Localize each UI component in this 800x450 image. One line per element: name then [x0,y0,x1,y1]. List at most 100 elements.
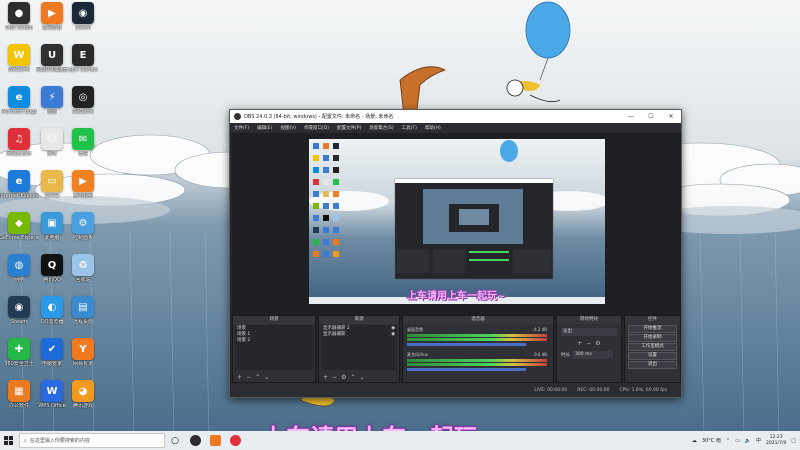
obs-preview-area[interactable]: 上车请用上车一起玩~ [232,133,681,320]
source-item[interactable]: 显示器捕获 ◉ [323,332,395,338]
obs-window[interactable]: OBS 24.0.3 (64-bit, windows) - 配置文件: 未命名… [229,109,682,398]
video-player-icon [209,435,221,446]
desktop-icon-label: QQ浏览器 [40,319,64,325]
scenes-dock: 场景 场景 场景 1 场景 2 +−⌃⌄ [232,315,316,383]
sources-list: 显示器捕获 2 ◉ 显示器捕获 ◉ [321,325,397,370]
remove-scene-button[interactable]: − [246,374,255,381]
close-button[interactable]: ✕ [661,113,681,120]
desktop-icon-label: 网易云音乐 [6,151,32,157]
clock[interactable]: 12:23 2021/7/9 [766,435,786,447]
desktop-app-icon: ✚ [8,338,30,360]
duration-input[interactable]: 300 ms [573,351,613,359]
add-scene-button[interactable]: + [237,374,246,381]
desktop-app-icon: ⚡ [41,86,63,108]
obs-menu-bar: 文件(F) 编辑(E) 视图(V) 停靠窗口(D) 配置文件(P) 场景集合(S… [230,123,681,133]
weather-cloud-icon[interactable]: ☁ [692,438,697,444]
desktop-app-icon: ◉ [8,296,30,318]
rec-status: REC: 00:00:00 [577,387,610,393]
obs-title-bar[interactable]: OBS 24.0.3 (64-bit, windows) - 配置文件: 未命名… [230,110,681,123]
desktop-icon[interactable]: ◕ 腾讯游戏 [64,380,102,409]
menu-profile[interactable]: 配置文件(P) [337,125,361,131]
volume-slider[interactable] [407,343,526,346]
desktop-app-icon: ▣ [41,212,63,234]
volume-slider[interactable] [407,368,526,371]
taskbar: ⌕ 在这里输入你要搜索的内容 ○ ☁ 30°C 雨 ⌃ ▭ 🔈 中 12:23 … [0,431,800,450]
search-placeholder: 在这里输入你要搜索的内容 [29,438,90,444]
menu-help[interactable]: 帮助(H) [425,125,441,131]
volume-icon[interactable]: 🔈 [745,438,751,444]
preview-subtitle: 上车请用上车一起玩~ [407,291,506,302]
tray-arrow-icon[interactable]: ⌃ [726,438,730,444]
start-recording-button[interactable]: 开始录制 [628,334,677,342]
desktop-icon[interactable]: Y 网易有道 [64,338,102,367]
desktop-icon[interactable]: ▤ 远程桌面 [64,296,102,325]
start-streaming-button[interactable]: 开始推流 [628,325,677,333]
minimize-button[interactable]: — [621,113,641,120]
notification-icon[interactable]: ▢ [791,438,796,444]
task-view-button[interactable]: ○ [165,431,185,450]
desktop-app-icon: ◎ [72,86,94,108]
taskbar-search-input[interactable]: ⌕ 在这里输入你要搜索的内容 [19,433,165,448]
scenes-list: 场景 场景 1 场景 2 [235,325,313,370]
windows-logo-icon [3,436,13,445]
menu-view[interactable]: 视图(V) [280,125,296,131]
desktop-app-icon: E [72,44,94,66]
transition-settings-gear-icon[interactable]: ⚙ [595,340,604,347]
visibility-eye-icon[interactable]: ◉ [391,332,395,338]
channel-name: 桌面音频 [407,327,423,332]
desktop-app-icon: U [41,44,63,66]
desktop-icon[interactable]: ⚙ 控制面板 [64,212,102,241]
desktop-app-icon: W [8,44,30,66]
desktop-icon[interactable]: ♻ 回收站 [64,254,102,283]
remove-source-button[interactable]: − [332,374,341,381]
move-down-button[interactable]: ⌄ [359,374,368,381]
exit-button[interactable]: 退出 [628,361,677,369]
desktop-app-icon: ▶ [41,2,63,24]
taskbar-app-netease[interactable] [225,431,245,450]
mixer-dock-title: 混音器 [403,316,553,324]
desktop-icon[interactable]: ◉ Steam [64,2,102,31]
taskbar-app-video[interactable] [205,431,225,450]
desktop-icon-label: 腾讯QQ [43,277,61,283]
move-down-button[interactable]: ⌄ [264,374,273,381]
transition-type-select[interactable]: 淡出 [561,328,617,336]
menu-file[interactable]: 文件(F) [234,125,249,131]
menu-scene-collection[interactable]: 场景集合(S) [369,125,393,131]
add-source-button[interactable]: + [323,374,332,381]
scene-item[interactable]: 场景 2 [237,338,311,344]
menu-edit[interactable]: 编辑(E) [257,125,272,131]
transitions-dock: 转场特效 淡出 +−⚙ 时长 300 ms [556,315,622,383]
scenes-dock-title: 场景 [233,316,315,324]
desktop-icon[interactable]: ◎ WeGame [64,86,102,115]
desktop-icon-label: WPS Office [38,403,66,409]
network-icon[interactable]: ▭ [735,438,740,444]
mixer-channel-mic-aux: 麦克风/Aux 0.0 dB [407,352,547,371]
move-up-button[interactable]: ⌃ [255,374,264,381]
start-button[interactable] [0,431,16,450]
maximize-button[interactable]: ☐ [641,113,661,120]
menu-tools[interactable]: 工具(T) [402,125,417,131]
search-icon: ⌕ [24,437,27,444]
volume-meter [407,334,547,337]
task-view-icon: ○ [171,435,179,446]
settings-button[interactable]: 设置 [628,352,677,360]
desktop-icon[interactable]: E Epic Games [64,44,102,73]
desktop-icon[interactable]: ▶ 腾讯视频 [64,170,102,199]
desktop-icon[interactable]: ✉ 微信 [64,128,102,157]
input-language[interactable]: 中 [756,437,761,444]
controls-dock: 控件 开始推流 开始录制 工作室模式 设置 退出 [624,315,681,383]
add-transition-button[interactable]: + [577,340,586,347]
taskbar-app-obs[interactable] [185,431,205,450]
studio-mode-button[interactable]: 工作室模式 [628,343,677,351]
desktop-app-icon: ▶ [72,170,94,192]
menu-docks[interactable]: 停靠窗口(D) [304,125,329,131]
transition-toolbar: +−⚙ [577,340,604,347]
sources-dock-title: 来源 [319,316,399,324]
desktop-app-icon: e [8,170,30,192]
desktop-app-icon: ♻ [72,254,94,276]
desktop-icon-label: 迅雷 [46,109,57,115]
weather-text[interactable]: 30°C 雨 [702,437,721,444]
desktop-icon-label: 雷神 [46,151,57,157]
volume-meter [407,338,547,341]
remove-transition-button[interactable]: − [586,340,595,347]
